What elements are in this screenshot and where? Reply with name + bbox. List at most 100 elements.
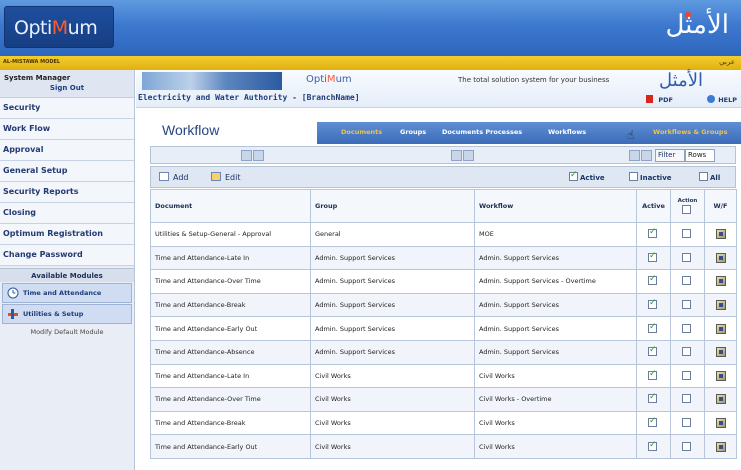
workflow-icon[interactable]	[715, 347, 726, 358]
cell-group: Admin. Support Services	[310, 292, 475, 318]
action-checkbox[interactable]	[682, 347, 691, 357]
active-filter-checkbox[interactable]: Active	[569, 170, 605, 182]
pdf-button[interactable]: PDF	[646, 95, 673, 104]
checkbox-icon[interactable]	[629, 172, 638, 181]
column-header-wf[interactable]: W/F	[704, 189, 737, 223]
active-checkbox[interactable]	[648, 274, 657, 286]
table-row[interactable]: Time and Attendance-Early Out Civil Works…	[150, 434, 737, 459]
cell-document: Time and Attendance-Over Time	[150, 387, 311, 412]
workflow-icon[interactable]	[715, 300, 726, 311]
table-row[interactable]: Time and Attendance-Break Admin. Support …	[150, 292, 737, 318]
next-icon[interactable]	[641, 150, 652, 161]
action-checkbox[interactable]	[682, 370, 691, 380]
sidebar-item-change-password[interactable]: Change Password	[0, 245, 134, 266]
table-row[interactable]: Utilities & Setup-General - Approval Gene…	[150, 222, 737, 247]
modify-default-module-link[interactable]: Modify Default Module	[0, 325, 134, 339]
table-row[interactable]: Time and Attendance-Late In Admin. Suppor…	[150, 245, 737, 271]
sidebar-item-security-reports[interactable]: Security Reports	[0, 182, 134, 203]
checkbox-icon[interactable]	[569, 170, 578, 181]
workflow-icon[interactable]	[715, 323, 726, 334]
workflow-icon[interactable]	[715, 229, 726, 240]
column-header-action[interactable]: Action	[670, 189, 705, 223]
cell-workflow: Admin. Support Services	[474, 292, 637, 318]
table-row[interactable]: Time and Attendance-Over Time Civil Works…	[150, 387, 737, 412]
edit-button[interactable]: Edit	[211, 172, 241, 182]
workflow-icon[interactable]	[715, 252, 726, 263]
cell-document: Time and Attendance-Early Out	[150, 316, 311, 341]
action-checkbox[interactable]	[682, 276, 691, 286]
module-time-and-attendance[interactable]: Time and Attendance	[2, 283, 132, 303]
workflow-icon[interactable]	[715, 418, 726, 429]
workflow-pager[interactable]	[629, 150, 653, 161]
sidebar-item-closing[interactable]: Closing	[0, 203, 134, 224]
action-checkbox[interactable]	[682, 441, 691, 451]
active-checkbox[interactable]	[648, 392, 657, 404]
table-row[interactable]: Time and Attendance-Early Out Admin. Supp…	[150, 316, 737, 341]
doc-pager[interactable]	[241, 150, 265, 161]
table-row[interactable]: Time and Attendance-Late In Civil Works Ci…	[150, 363, 737, 389]
workflow-icon[interactable]	[715, 394, 726, 405]
table-row[interactable]: Time and Attendance-Over Time Admin. Supp…	[150, 269, 737, 294]
action-checkbox[interactable]	[682, 323, 691, 333]
checkbox-icon[interactable]	[699, 172, 708, 181]
select-all-checkbox[interactable]	[682, 204, 691, 214]
workflow-icon[interactable]	[715, 441, 726, 452]
sidebar: System Manager Sign Out Security Work Fl…	[0, 70, 135, 470]
action-checkbox[interactable]	[682, 229, 691, 239]
prev-icon[interactable]	[451, 150, 462, 161]
tab-groups[interactable]: Groups	[400, 128, 426, 136]
cell-group: Admin. Support Services	[310, 245, 475, 271]
table-row[interactable]: Time and Attendance-Absence Admin. Suppor…	[150, 339, 737, 365]
optimum-logo: OptiMum	[4, 6, 114, 48]
cell-document: Time and Attendance-Early Out	[150, 434, 311, 459]
sidebar-item-security[interactable]: Security	[0, 98, 134, 119]
inactive-filter-checkbox[interactable]: Inactive	[629, 172, 672, 182]
sidebar-item-general-setup[interactable]: General Setup	[0, 161, 134, 182]
filter-button[interactable]: Filter	[655, 149, 685, 162]
tab-documents-processes[interactable]: Documents Processes	[442, 128, 522, 136]
workflow-icon[interactable]	[715, 276, 726, 287]
action-checkbox[interactable]	[682, 300, 691, 310]
next-icon[interactable]	[463, 150, 474, 161]
action-checkbox[interactable]	[682, 252, 691, 262]
action-checkbox[interactable]	[682, 394, 691, 404]
active-checkbox[interactable]	[648, 345, 657, 357]
column-header-workflow[interactable]: Workflow	[474, 189, 637, 223]
active-checkbox[interactable]	[648, 369, 657, 380]
column-header-group[interactable]: Group	[310, 189, 475, 223]
cell-group: Civil Works	[310, 410, 475, 436]
cell-document: Utilities & Setup-General - Approval	[150, 222, 311, 247]
cell-action	[670, 292, 705, 318]
active-checkbox[interactable]	[648, 416, 657, 428]
active-checkbox[interactable]	[648, 251, 657, 262]
sidebar-item-approval[interactable]: Approval	[0, 140, 134, 161]
tab-workflows-groups[interactable]: Workflows & Groups	[653, 128, 727, 136]
add-button[interactable]: Add	[159, 172, 189, 182]
sign-out-link[interactable]: Sign Out	[4, 84, 130, 92]
active-checkbox[interactable]	[648, 298, 657, 310]
prev-icon[interactable]	[241, 150, 252, 161]
column-header-active[interactable]: Active	[636, 189, 671, 223]
next-icon[interactable]	[253, 150, 264, 161]
prev-icon[interactable]	[629, 150, 640, 161]
active-checkbox[interactable]	[648, 227, 657, 239]
sidebar-item-optimum-registration[interactable]: Optimum Registration	[0, 224, 134, 245]
tab-workflows[interactable]: Workflows	[548, 128, 586, 136]
group-pager[interactable]	[451, 150, 475, 161]
rows-input[interactable]: Rows	[685, 149, 715, 162]
active-checkbox[interactable]	[648, 322, 657, 333]
active-checkbox[interactable]	[648, 440, 657, 451]
module-utilities-setup[interactable]: Utilities & Setup	[2, 304, 132, 324]
cell-active	[636, 339, 671, 365]
table-row[interactable]: Time and Attendance-Break Civil Works Civi…	[150, 410, 737, 436]
sidebar-item-work-flow[interactable]: Work Flow	[0, 119, 134, 140]
column-header-document[interactable]: Document	[150, 189, 311, 223]
action-header-label: Action	[677, 197, 698, 204]
all-filter-checkbox[interactable]: All	[699, 172, 720, 182]
arabic-language-link[interactable]: عربي	[719, 58, 735, 66]
workflow-icon[interactable]	[715, 370, 726, 381]
help-button[interactable]: HELP	[707, 95, 737, 104]
cell-action	[670, 363, 705, 389]
action-checkbox[interactable]	[682, 418, 691, 428]
tab-documents[interactable]: Documents	[341, 128, 382, 136]
